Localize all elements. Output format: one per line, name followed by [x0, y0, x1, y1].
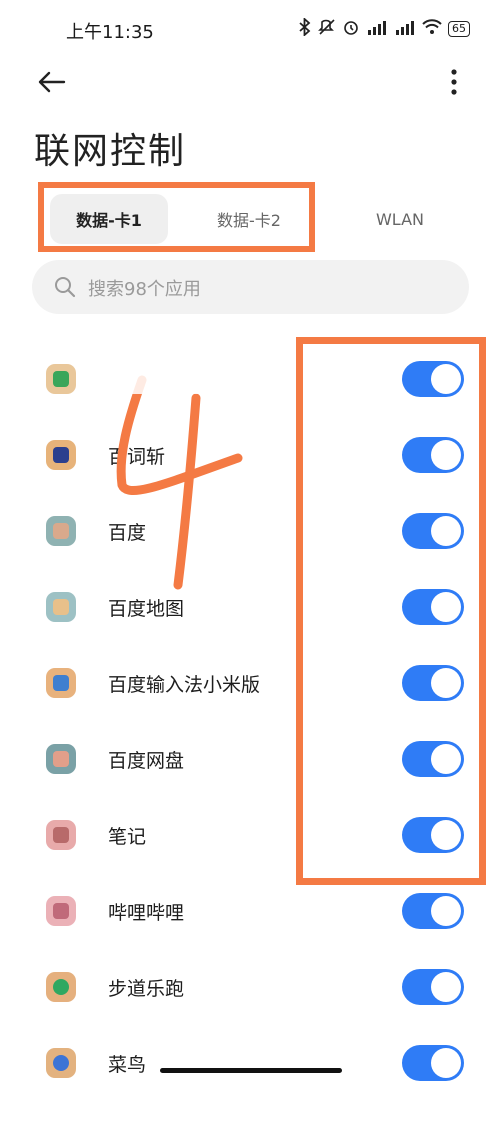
app-name: 百度地图 [108, 598, 185, 620]
app-name: 菜鸟 [108, 1054, 147, 1076]
app-icon [46, 668, 76, 698]
search-input[interactable]: 搜索98个应用 [32, 260, 469, 314]
home-indicator[interactable] [160, 1068, 342, 1073]
annotation-highlight-toggles [296, 337, 486, 885]
back-button[interactable] [34, 64, 70, 100]
app-name: 步道乐跑 [108, 978, 185, 1000]
toggle-knob [431, 896, 461, 926]
app-icon [46, 896, 76, 926]
network-toggle[interactable] [402, 969, 464, 1005]
arrow-left-icon [38, 71, 66, 93]
more-button[interactable] [440, 66, 468, 98]
signal-hd-icon [366, 18, 388, 40]
app-name: 百度网盘 [108, 750, 185, 772]
search-placeholder: 搜索98个应用 [88, 279, 201, 300]
network-toggle[interactable] [402, 893, 464, 929]
wifi-icon [422, 19, 442, 39]
app-icon [46, 440, 76, 470]
app-icon [46, 972, 76, 1002]
app-icon [46, 1048, 76, 1078]
app-name: 百度 [108, 522, 147, 544]
alarm-icon [342, 18, 360, 40]
more-vertical-icon [451, 69, 457, 95]
app-icon [46, 744, 76, 774]
app-icon [46, 592, 76, 622]
toggle-knob [431, 972, 461, 1002]
app-icon [46, 364, 76, 394]
battery-indicator: 65 [448, 21, 470, 37]
toggle-knob [431, 1048, 461, 1078]
signal-hd-icon [394, 18, 416, 40]
annotation-highlight-tabs [38, 182, 315, 252]
list-item[interactable]: 哔哩哔哩 [0, 893, 500, 972]
network-toggle[interactable] [402, 1045, 464, 1081]
page-title: 联网控制 [34, 131, 187, 172]
app-icon [46, 516, 76, 546]
app-icon [46, 820, 76, 850]
bluetooth-icon [298, 16, 312, 40]
app-name: 笔记 [108, 826, 147, 848]
app-name: 百词斩 [108, 446, 166, 468]
list-item[interactable]: 步道乐跑 [0, 969, 500, 1048]
status-icons: 65 [298, 16, 470, 40]
search-icon [55, 277, 76, 298]
status-bar: 上午11:35 65 [0, 0, 500, 60]
tab-wlan[interactable]: WLAN [346, 194, 454, 244]
status-time: 上午11:35 [66, 22, 154, 43]
mute-icon [318, 18, 336, 40]
app-name: 百度输入法小米版 [108, 674, 261, 696]
list-item[interactable]: 菜鸟 [0, 1045, 500, 1124]
app-name: 哔哩哔哩 [108, 902, 185, 924]
